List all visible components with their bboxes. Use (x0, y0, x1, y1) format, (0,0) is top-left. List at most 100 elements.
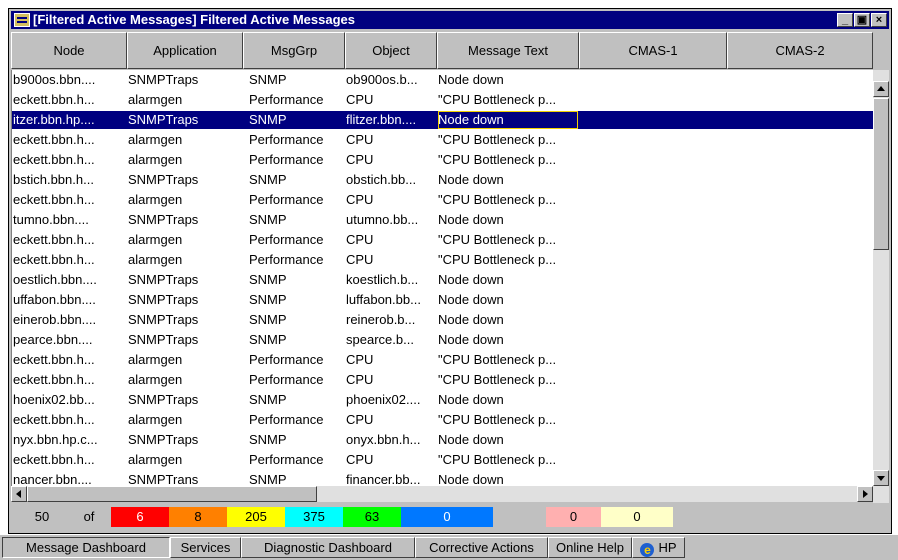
severity-count-box[interactable]: 0 (401, 507, 493, 527)
node-cell: eckett.bbn.h... (13, 372, 95, 387)
msggrp-cell: Performance (249, 92, 324, 107)
column-header[interactable]: Object (345, 32, 437, 69)
severity-count-box[interactable]: 205 (227, 507, 285, 527)
object-cell: CPU (346, 232, 374, 247)
table-row[interactable]: eckett.bbn.h... alarmgen Performance CPU "CP… (12, 411, 873, 429)
column-header[interactable]: CMAS-1 (579, 32, 727, 69)
object-cell: reinerob.b... (346, 312, 416, 327)
msggrp-cell: Performance (249, 192, 324, 207)
vertical-scroll-thumb[interactable] (873, 98, 889, 250)
message-text-cell: Node down (438, 111, 578, 129)
table-row[interactable]: eckett.bbn.h... alarmgen Performance CPU "CP… (12, 131, 873, 149)
message-browser-window: [Filtered Active Messages] Filtered Acti… (8, 8, 892, 534)
msggrp-cell: SNMP (249, 272, 287, 287)
horizontal-scrollbar[interactable] (11, 486, 873, 502)
table-row[interactable]: eckett.bbn.h... alarmgen Performance CPU "CP… (12, 191, 873, 209)
node-cell: itzer.bbn.hp.... (13, 112, 95, 127)
object-cell: CPU (346, 252, 374, 267)
scroll-right-button[interactable] (857, 486, 873, 502)
msggrp-cell: SNMP (249, 172, 287, 187)
tab-label: HP (658, 540, 677, 555)
scroll-up-button[interactable] (873, 81, 889, 97)
column-header[interactable]: CMAS-2 (727, 32, 873, 69)
msggrp-cell: Performance (249, 372, 324, 387)
horizontal-scroll-thumb[interactable] (27, 486, 317, 502)
title-bar[interactable]: [Filtered Active Messages] Filtered Acti… (11, 11, 889, 29)
node-cell: eckett.bbn.h... (13, 252, 95, 267)
application-cell: alarmgen (128, 92, 183, 107)
table-row[interactable]: tumno.bbn.... SNMPTraps SNMP utumno.bb... No… (12, 211, 873, 229)
message-text-cell: "CPU Bottleneck p... (438, 252, 557, 267)
right-arrow-icon (863, 490, 868, 498)
dashboard-tab-bar: Message Dashboard Services Diagnostic Dash… (0, 535, 898, 560)
table-row[interactable]: oestlich.bbn.... SNMPTraps SNMP koestlich.b… (12, 271, 873, 289)
severity-count-box[interactable]: 63 (343, 507, 401, 527)
object-cell: onyx.bbn.h... (346, 432, 421, 447)
table-row[interactable]: pearce.bbn.... SNMPTraps SNMP spearce.b... N… (12, 331, 873, 349)
tab-hp[interactable]: e HP (632, 537, 685, 558)
tab-label: Services (180, 540, 231, 555)
object-cell: CPU (346, 452, 374, 467)
table-row[interactable]: nancer.bbn.... SNMPTrans SNMP financer.bb..… (12, 471, 873, 486)
tab-label: Message Dashboard (26, 540, 146, 555)
message-text-cell: Node down (438, 212, 504, 227)
node-cell: eckett.bbn.h... (13, 412, 95, 427)
table-row[interactable]: nyx.bbn.hp.c... SNMPTraps SNMP onyx.bbn.h..… (12, 431, 873, 449)
object-cell: CPU (346, 412, 374, 427)
severity-count-box[interactable]: 375 (285, 507, 343, 527)
table-row[interactable]: eckett.bbn.h... alarmgen Performance CPU "CP… (12, 251, 873, 269)
column-header[interactable]: Application (127, 32, 243, 69)
msggrp-cell: Performance (249, 352, 324, 367)
table-row[interactable]: eckett.bbn.h... alarmgen Performance CPU "CP… (12, 151, 873, 169)
severity-count-box[interactable]: 0 (546, 507, 601, 527)
application-cell: SNMPTraps (128, 212, 199, 227)
table-row[interactable]: eckett.bbn.h... alarmgen Performance CPU "CP… (12, 351, 873, 369)
table-row[interactable]: eckett.bbn.h... alarmgen Performance CPU "CP… (12, 91, 873, 109)
table-row[interactable]: eckett.bbn.h... alarmgen Performance CPU "CP… (12, 231, 873, 249)
close-button[interactable]: × (871, 13, 887, 27)
column-header-row: Node Application MsgGrp Object Message Text C… (11, 32, 873, 69)
maximize-button[interactable]: ▣ (854, 13, 870, 27)
column-header[interactable]: MsgGrp (243, 32, 345, 69)
of-label: of (83, 509, 95, 524)
message-text-cell: "CPU Bottleneck p... (438, 352, 557, 367)
node-cell: pearce.bbn.... (13, 332, 93, 347)
table-row[interactable]: hoenix02.bb... SNMPTraps SNMP phoenix02....… (12, 391, 873, 409)
msggrp-cell: SNMP (249, 432, 287, 447)
application-cell: SNMPTraps (128, 172, 199, 187)
column-header[interactable]: Node (11, 32, 127, 69)
tab-online-help[interactable]: Online Help (548, 537, 632, 558)
tab-label: Diagnostic Dashboard (264, 540, 392, 555)
scroll-down-button[interactable] (873, 470, 889, 486)
table-row[interactable]: eckett.bbn.h... alarmgen Performance CPU "CP… (12, 451, 873, 469)
tab-corrective-actions[interactable]: Corrective Actions (415, 537, 548, 558)
column-header[interactable]: Message Text (437, 32, 579, 69)
tab-diagnostic-dashboard[interactable]: Diagnostic Dashboard (241, 537, 415, 558)
internet-explorer-icon: e (640, 543, 655, 557)
application-cell: SNMPTraps (128, 292, 199, 307)
table-row[interactable]: b900os.bbn.... SNMPTraps SNMP ob900os.b... N… (12, 71, 873, 89)
node-cell: eckett.bbn.h... (13, 452, 95, 467)
minimize-button[interactable]: _ (837, 13, 853, 27)
severity-count-box[interactable]: 8 (169, 507, 227, 527)
vertical-scrollbar[interactable] (873, 70, 889, 503)
table-row[interactable]: uffabon.bbn.... SNMPTraps SNMP luffabon.bb.… (12, 291, 873, 309)
message-text-cell: Node down (438, 172, 504, 187)
message-table: b900os.bbn.... SNMPTraps SNMP ob900os.b... N… (11, 70, 873, 486)
application-cell: SNMPTraps (128, 332, 199, 347)
msggrp-cell: SNMP (249, 72, 287, 87)
severity-count-box[interactable]: 6 (111, 507, 169, 527)
tab-services[interactable]: Services (170, 537, 241, 558)
table-row[interactable]: eckett.bbn.h... alarmgen Performance CPU "CP… (12, 371, 873, 389)
severity-count-box[interactable] (493, 507, 546, 527)
object-cell: obstich.bb... (346, 172, 417, 187)
table-row[interactable]: einerob.bbn.... SNMPTraps SNMP reinerob.b..… (12, 311, 873, 329)
table-row[interactable]: bstich.bbn.h... SNMPTraps SNMP obstich.bb..… (12, 171, 873, 189)
severity-count-box[interactable]: 0 (601, 507, 673, 527)
message-text-cell: Node down (438, 392, 504, 407)
scroll-left-button[interactable] (11, 486, 27, 502)
table-row-selected[interactable]: itzer.bbn.hp.... SNMPTraps SNMP flitzer.bbn… (12, 111, 873, 129)
tab-message-dashboard[interactable]: Message Dashboard (2, 537, 170, 558)
node-cell: hoenix02.bb... (13, 392, 95, 407)
node-cell: eckett.bbn.h... (13, 352, 95, 367)
